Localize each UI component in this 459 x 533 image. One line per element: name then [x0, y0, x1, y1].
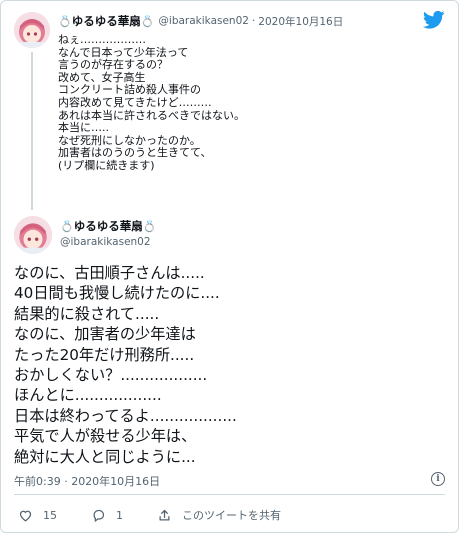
text-line: あれは本当に許されるべきではない。: [58, 108, 245, 122]
main-tweet-text: なのに、古田順子さんは..... 40日間も我慢し続けたのに.... 結果的に殺…: [14, 263, 444, 467]
separator-dot: ·: [251, 15, 256, 27]
handle[interactable]: @ibarakikasen02: [158, 15, 249, 27]
ring-icon: 💍: [140, 14, 155, 28]
share-icon: [159, 509, 170, 520]
text-line: (リプ欄に続きます): [58, 158, 155, 172]
share-label: このツイートを共有: [182, 509, 281, 522]
ring-icon: 💍: [142, 219, 157, 233]
heart-icon: [19, 510, 32, 522]
like-button[interactable]: 15: [18, 508, 57, 523]
text-line: 日本は終わってるよ..................: [14, 406, 237, 425]
display-name[interactable]: ゆるゆる華扇: [74, 218, 143, 234]
ring-icon: 💍: [58, 14, 72, 28]
reply-button[interactable]: 1: [91, 508, 123, 523]
reply-icon: [93, 509, 105, 522]
avatar-image: [14, 216, 52, 254]
text-line: 40日間も我慢し続けたのに....: [14, 284, 220, 303]
thread-connector-line: [31, 52, 33, 210]
avatar-image: [14, 12, 50, 48]
ring-icon: 💍: [60, 219, 74, 233]
text-line: 結果的に殺されて.....: [14, 304, 160, 323]
text-line: おかしくない？..................: [14, 365, 208, 384]
text-line: なのに、加害者の少年達は: [14, 325, 196, 344]
parent-tweet-text: ねぇ……………… なんで日本って少年法って 言うのが存在するの？ 改めて、女子高…: [58, 33, 438, 173]
text-line: 平気で人が殺せる少年は、: [14, 427, 197, 446]
display-name[interactable]: ゆるゆる華扇: [72, 13, 141, 29]
post-date[interactable]: 2020年10月16日: [258, 14, 343, 29]
action-bar: 15 1 このツイートを共有: [18, 505, 281, 525]
info-icon[interactable]: i: [431, 472, 445, 486]
avatar[interactable]: [14, 216, 52, 254]
text-line: 言うのが存在するの？: [58, 58, 168, 72]
like-count: 15: [43, 508, 57, 522]
text-line: ほんとに..................: [14, 386, 162, 405]
text-line: 絶対に大人と同じように...: [14, 447, 196, 466]
tweet-timestamp[interactable]: 午前0:39 · 2020年10月16日: [14, 473, 160, 489]
handle[interactable]: @ibarakikasen02: [60, 236, 151, 248]
main-tweet-name-row: 💍 ゆるゆる華扇 💍: [60, 218, 156, 234]
text-line: ねぇ………………: [58, 33, 146, 46]
divider: [14, 494, 445, 495]
text-line: たった20年だけ刑務所.....: [14, 345, 195, 364]
text-line: 内容改めて見てきたけど………: [58, 95, 212, 109]
text-line: 本当に…..: [58, 121, 109, 135]
avatar[interactable]: [14, 12, 50, 48]
parent-header: 💍 ゆるゆる華扇 💍 @ibarakikasen02 · 2020年10月16日: [58, 12, 343, 30]
parent-tweet[interactable]: 💍 ゆるゆる華扇 💍 @ibarakikasen02 · 2020年10月16日…: [0, 0, 459, 210]
twitter-bird-icon[interactable]: [423, 10, 445, 30]
reply-count: 1: [116, 508, 123, 522]
text-line: なのに、古田順子さんは.....: [14, 264, 205, 282]
share-button[interactable]: このツイートを共有: [157, 507, 281, 523]
